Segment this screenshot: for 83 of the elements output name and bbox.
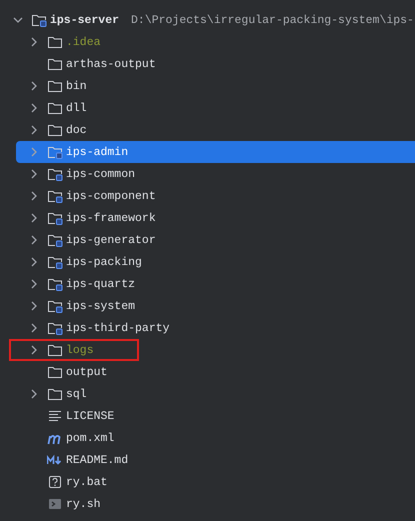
chevron-icon[interactable] — [29, 301, 39, 311]
file-name: ips-admin — [66, 146, 128, 158]
tree-row[interactable]: doc — [16, 119, 415, 141]
chevron-icon[interactable] — [29, 37, 39, 47]
chevron-icon[interactable] — [29, 125, 39, 135]
tree-row[interactable]: ips-admin — [16, 141, 415, 163]
folder-icon — [47, 78, 63, 94]
file-name: doc — [66, 124, 87, 136]
module-folder-icon — [47, 320, 63, 336]
chevron-icon[interactable] — [13, 15, 23, 25]
file-name: dll — [66, 102, 87, 114]
chevron-icon[interactable] — [29, 235, 39, 245]
tree-row[interactable]: bin — [16, 75, 415, 97]
tree-row[interactable]: ry.bat — [16, 471, 415, 493]
file-name: ry.sh — [66, 498, 101, 510]
folder-icon — [47, 100, 63, 116]
folder-icon — [47, 386, 63, 402]
file-name: ry.bat — [66, 476, 108, 488]
project-path: D:\Projects\irregular-packing-system\ips- — [131, 14, 414, 26]
file-name: ips-packing — [66, 256, 142, 268]
module-folder-icon — [47, 298, 63, 314]
chevron-icon[interactable] — [29, 389, 39, 399]
module-folder-icon — [47, 254, 63, 270]
file-name: output — [66, 366, 108, 378]
file-name: ips-framework — [66, 212, 156, 224]
tree-row[interactable]: ips-packing — [16, 251, 415, 273]
tree-row[interactable]: ips-quartz — [16, 273, 415, 295]
folder-icon — [47, 34, 63, 50]
tree-row[interactable]: LICENSE — [16, 405, 415, 427]
chevron-icon[interactable] — [29, 257, 39, 267]
tree-row[interactable]: sql — [16, 383, 415, 405]
tree-row[interactable]: arthas-output — [16, 53, 415, 75]
project-row[interactable]: ips-server D:\Projects\irregular-packing-system\ips- — [0, 9, 415, 31]
chevron-icon[interactable] — [29, 345, 39, 355]
tree-row[interactable]: output — [16, 361, 415, 383]
file-name: LICENSE — [66, 410, 114, 422]
file-name: logs — [66, 344, 94, 356]
chevron-icon[interactable] — [29, 323, 39, 333]
module-folder-icon — [31, 12, 47, 28]
tree-row[interactable]: ips-third-party — [16, 317, 415, 339]
module-folder-icon — [47, 188, 63, 204]
tree-row[interactable]: README.md — [16, 449, 415, 471]
folder-icon — [47, 56, 63, 72]
module-folder-icon — [47, 276, 63, 292]
tree-row[interactable]: logs — [16, 339, 415, 361]
tree-row[interactable]: .idea — [16, 31, 415, 53]
file-name: .idea — [66, 36, 101, 48]
file-name: bin — [66, 80, 87, 92]
folder-icon — [47, 364, 63, 380]
file-name: ips-component — [66, 190, 156, 202]
file-name: ips-common — [66, 168, 136, 180]
text-lines-icon — [47, 408, 63, 424]
module-folder-icon — [47, 144, 63, 160]
tree-row[interactable]: ips-generator — [16, 229, 415, 251]
chevron-icon[interactable] — [29, 191, 39, 201]
tree-row[interactable]: ips-framework — [16, 207, 415, 229]
module-folder-icon — [47, 166, 63, 182]
chevron-icon[interactable] — [29, 279, 39, 289]
chevron-icon[interactable] — [29, 81, 39, 91]
file-name: ips-generator — [66, 234, 156, 246]
file-name: README.md — [66, 454, 128, 466]
question-file-icon — [47, 474, 63, 490]
project-name[interactable]: ips-server — [50, 14, 120, 26]
tree-row[interactable]: ry.sh — [16, 493, 415, 515]
tree-row[interactable]: ips-system — [16, 295, 415, 317]
module-folder-icon — [47, 232, 63, 248]
tree-row[interactable]: ips-component — [16, 185, 415, 207]
chevron-icon[interactable] — [29, 169, 39, 179]
file-name: arthas-output — [66, 58, 156, 70]
folder-icon — [47, 342, 63, 358]
folder-icon — [47, 122, 63, 138]
tree-row[interactable]: pom.xml — [16, 427, 415, 449]
tree-row[interactable]: ips-common — [16, 163, 415, 185]
terminal-icon — [47, 496, 63, 512]
chevron-icon[interactable] — [29, 213, 39, 223]
file-name: ips-system — [66, 300, 136, 312]
module-folder-icon — [47, 210, 63, 226]
tree-row[interactable]: dll — [16, 97, 415, 119]
file-name: ips-third-party — [66, 322, 170, 334]
file-name: sql — [66, 388, 87, 400]
file-name: pom.xml — [66, 432, 114, 444]
file-name: ips-quartz — [66, 278, 136, 290]
chevron-icon[interactable] — [29, 103, 39, 113]
